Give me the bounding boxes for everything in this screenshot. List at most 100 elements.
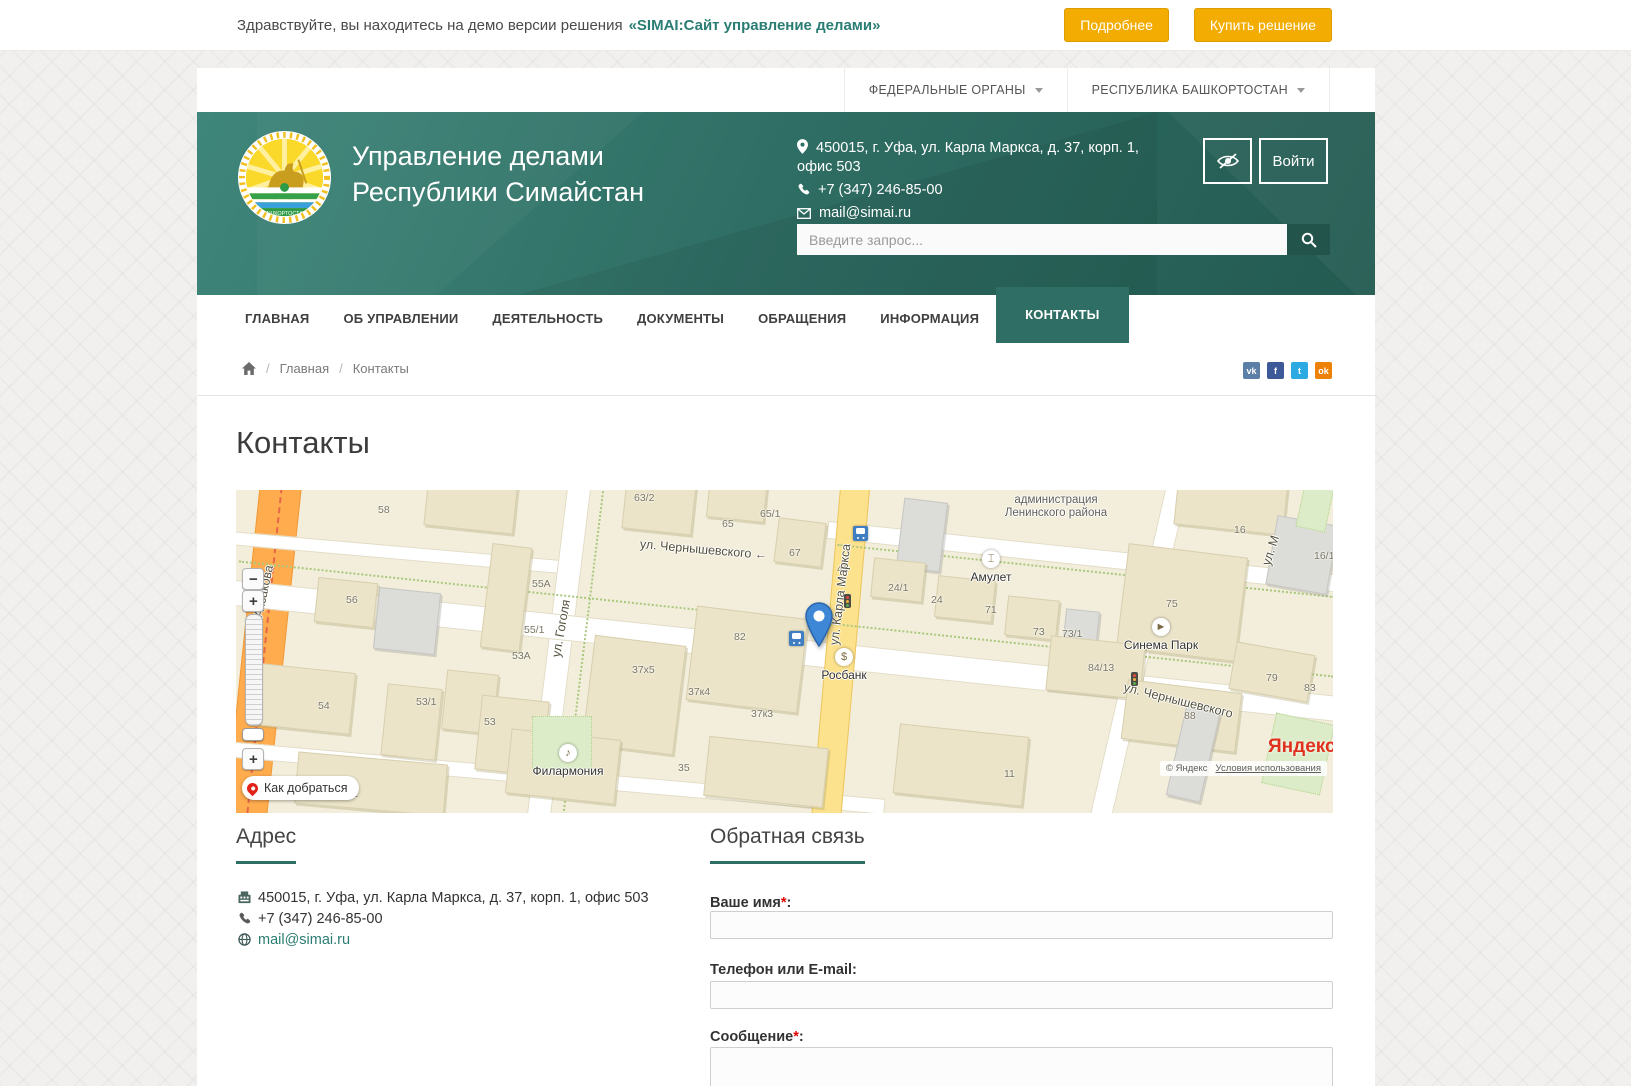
map-building xyxy=(373,587,441,655)
feedback-heading: Обратная связь xyxy=(710,825,865,864)
terms-link[interactable]: Условия использования xyxy=(1216,763,1321,774)
header-phone[interactable]: +7 (347) 246-85-00 xyxy=(818,182,943,198)
map-copyright: © Яндекс Условия использования xyxy=(1160,761,1327,776)
republic-dropdown[interactable]: РЕСПУБЛИКА БАШКОРТОСТАН xyxy=(1067,68,1330,112)
email-link[interactable]: mail@simai.ru xyxy=(258,932,350,948)
header-email[interactable]: mail@simai.ru xyxy=(819,205,911,221)
map-building-number: 83 xyxy=(1304,682,1316,694)
map-pin-icon[interactable] xyxy=(804,602,834,648)
message-label: Сообщение*: xyxy=(710,1029,804,1045)
directions-label: Как добраться xyxy=(264,781,347,795)
search-button[interactable] xyxy=(1287,224,1330,255)
message-textarea[interactable] xyxy=(710,1047,1333,1086)
site-title[interactable]: Управление делами Республики Симайстан xyxy=(352,138,644,210)
map-place: ⌶ Амулет xyxy=(926,550,1056,584)
map-building-number: 67 xyxy=(789,547,801,559)
breadcrumb-home-link[interactable]: Главная xyxy=(280,361,329,376)
coat-of-arms-logo[interactable]: БАШКОРТОСТАН xyxy=(237,130,332,225)
poi-label: администрация Ленинского района xyxy=(996,494,1116,520)
social-share-icon[interactable]: f xyxy=(1267,362,1284,379)
map-building xyxy=(773,517,826,568)
zoom-slider-handle[interactable] xyxy=(242,728,264,741)
yandex-logo[interactable]: Яндекс xyxy=(1268,736,1333,758)
main-nav: ГЛАВНАЯОБ УПРАВЛЕНИИДЕЯТЕЛЬНОСТЬДОКУМЕНТ… xyxy=(197,295,1375,343)
map-building-number: 73/1 xyxy=(1062,628,1082,640)
map-building-number: 37к4 xyxy=(688,686,710,698)
home-icon[interactable] xyxy=(242,362,256,375)
search-input[interactable] xyxy=(797,224,1287,255)
map-building-number: 75 xyxy=(1166,598,1178,610)
nav-item[interactable]: ОБРАЩЕНИЯ xyxy=(741,295,863,343)
map-building-number: 73 xyxy=(1033,626,1045,638)
nav-item[interactable]: ГЛАВНАЯ xyxy=(228,295,326,343)
phone-icon xyxy=(797,183,810,196)
breadcrumb-separator: / xyxy=(266,361,270,376)
nav-item[interactable]: КОНТАКТЫ xyxy=(996,287,1128,343)
poi-icon: ♪ xyxy=(559,744,577,762)
red-pin-icon xyxy=(245,780,261,796)
breadcrumb: / Главная / Контакты xyxy=(242,361,409,376)
federal-bodies-label: ФЕДЕРАЛЬНЫЕ ОРГАНЫ xyxy=(869,83,1026,97)
name-input[interactable] xyxy=(710,911,1333,939)
accessibility-version-button[interactable] xyxy=(1203,138,1252,184)
zoom-out-button[interactable]: − xyxy=(242,568,264,590)
phone-icon xyxy=(238,912,251,925)
map-building-number: 82 xyxy=(734,631,746,643)
directions-button[interactable]: Как добраться xyxy=(242,776,359,800)
nav-item[interactable]: ОБ УПРАВЛЕНИИ xyxy=(326,295,475,343)
chevron-down-icon xyxy=(1035,88,1043,93)
map-building-number: 53 xyxy=(484,716,496,728)
email-row: mail@simai.ru xyxy=(236,931,649,952)
map-building xyxy=(870,557,926,602)
map-building xyxy=(703,736,829,808)
map-building-number: 53/1 xyxy=(416,696,436,708)
globe-icon xyxy=(238,933,251,946)
chevron-down-icon xyxy=(1297,88,1305,93)
map-place: $ Росбанк xyxy=(779,648,909,682)
phone-email-input[interactable] xyxy=(710,981,1333,1009)
map-building-number: 56 xyxy=(346,594,358,606)
poi-label: Амулет xyxy=(971,570,1012,584)
name-label: Ваше имя*: xyxy=(710,895,791,911)
map-place: ► Синема Парк xyxy=(1096,618,1226,652)
header-search xyxy=(797,224,1330,255)
phone-text[interactable]: +7 (347) 246-85-00 xyxy=(258,911,383,927)
zoom-in-button-bottom[interactable]: + xyxy=(242,748,264,770)
demo-solution-link[interactable]: «SIMAI:Сайт управление делами» xyxy=(629,17,881,34)
federal-bodies-dropdown[interactable]: ФЕДЕРАЛЬНЫЕ ОРГАНЫ xyxy=(844,68,1067,112)
header-address: 450015, г. Уфа, ул. Карла Маркса, д. 37,… xyxy=(797,140,1139,175)
poi-label: Синема Парк xyxy=(1124,638,1198,652)
buy-solution-button[interactable]: Купить решение xyxy=(1194,8,1332,42)
social-share-icon[interactable]: vk xyxy=(1243,362,1260,379)
map-transit-icon xyxy=(853,526,868,541)
page-title: Контакты xyxy=(236,424,370,462)
yandex-map[interactable]: 58565455А55/153А53/15363/26565/1674124/1… xyxy=(236,490,1333,813)
map-building-number: 79 xyxy=(1266,672,1278,684)
login-button[interactable]: Войти xyxy=(1259,138,1328,184)
header-phone-row: +7 (347) 246-85-00 xyxy=(797,181,1149,200)
nav-item[interactable]: ДОКУМЕНТЫ xyxy=(620,295,741,343)
map-building xyxy=(706,490,768,523)
nav-item[interactable]: ИНФОРМАЦИЯ xyxy=(863,295,996,343)
social-share-icon[interactable]: t xyxy=(1291,362,1308,379)
address-row: 450015, г. Уфа, ул. Карла Маркса, д. 37,… xyxy=(236,889,649,910)
copyright-text: © Яндекс xyxy=(1166,763,1208,774)
address-text: 450015, г. Уфа, ул. Карла Маркса, д. 37,… xyxy=(258,890,649,906)
location-pin-icon xyxy=(797,139,808,154)
map-building-number: 55/1 xyxy=(524,624,544,636)
fax-icon xyxy=(238,891,251,904)
demo-message: Здравствуйте, вы находитесь на демо верс… xyxy=(237,17,623,34)
poi-label: Филармония xyxy=(533,764,604,778)
map-building xyxy=(255,663,356,735)
map-building-number: 24 xyxy=(931,594,943,606)
zoom-in-button[interactable]: + xyxy=(242,590,264,612)
social-share-icon[interactable]: ok xyxy=(1315,362,1332,379)
map-building-number: 63/2 xyxy=(634,492,654,504)
nav-item[interactable]: ДЕЯТЕЛЬНОСТЬ xyxy=(475,295,620,343)
poi-label: Росбанк xyxy=(821,668,866,682)
zoom-slider[interactable] xyxy=(245,614,263,726)
more-button[interactable]: Подробнее xyxy=(1064,8,1169,42)
map-building-number: 11 xyxy=(1004,768,1015,780)
site-title-line2: Республики Симайстан xyxy=(352,174,644,210)
map-building-number: 16/1 xyxy=(1314,550,1333,562)
